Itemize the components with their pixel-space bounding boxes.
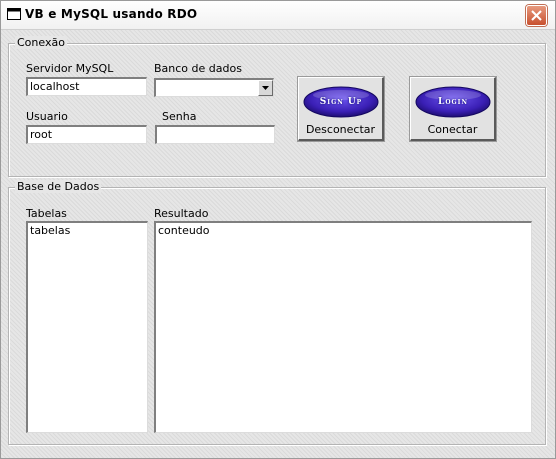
window-title: VB e MySQL usando RDO — [25, 7, 198, 21]
chevron-down-icon — [262, 86, 269, 90]
close-button[interactable] — [526, 5, 547, 26]
login-text: Login — [438, 97, 468, 107]
sign-up-text: Sign Up — [319, 97, 363, 107]
main-window: VB e MySQL usando RDO Conexão Servidor M… — [0, 0, 556, 459]
list-item[interactable]: conteudo — [158, 224, 529, 238]
resultado-label: Resultado — [154, 207, 209, 220]
desconectar-button[interactable]: Sign Up Desconectar — [298, 77, 384, 141]
servidor-input[interactable]: localhost — [26, 77, 147, 96]
banco-dropdown-button[interactable] — [258, 80, 273, 96]
desconectar-label: Desconectar — [305, 123, 376, 136]
list-item[interactable]: tabelas — [30, 224, 145, 238]
banco-select[interactable] — [154, 78, 274, 97]
servidor-label: Servidor MySQL — [26, 62, 114, 75]
usuario-label: Usuario — [26, 110, 68, 123]
banco-label: Banco de dados — [154, 62, 242, 75]
tabelas-label: Tabelas — [26, 207, 67, 220]
resultado-list[interactable]: conteudo — [154, 221, 532, 433]
conexao-group-label: Conexão — [15, 36, 67, 49]
close-icon — [531, 10, 542, 21]
tabelas-list[interactable]: tabelas — [26, 221, 148, 433]
senha-input[interactable] — [155, 125, 275, 144]
conectar-button[interactable]: Login Conectar — [410, 77, 496, 141]
usuario-input[interactable]: root — [26, 125, 147, 144]
title-bar[interactable]: VB e MySQL usando RDO — [1, 1, 555, 30]
senha-label: Senha — [162, 110, 197, 123]
conectar-label: Conectar — [427, 123, 478, 136]
base-de-dados-group-label: Base de Dados — [15, 180, 102, 193]
window-icon — [7, 8, 21, 20]
